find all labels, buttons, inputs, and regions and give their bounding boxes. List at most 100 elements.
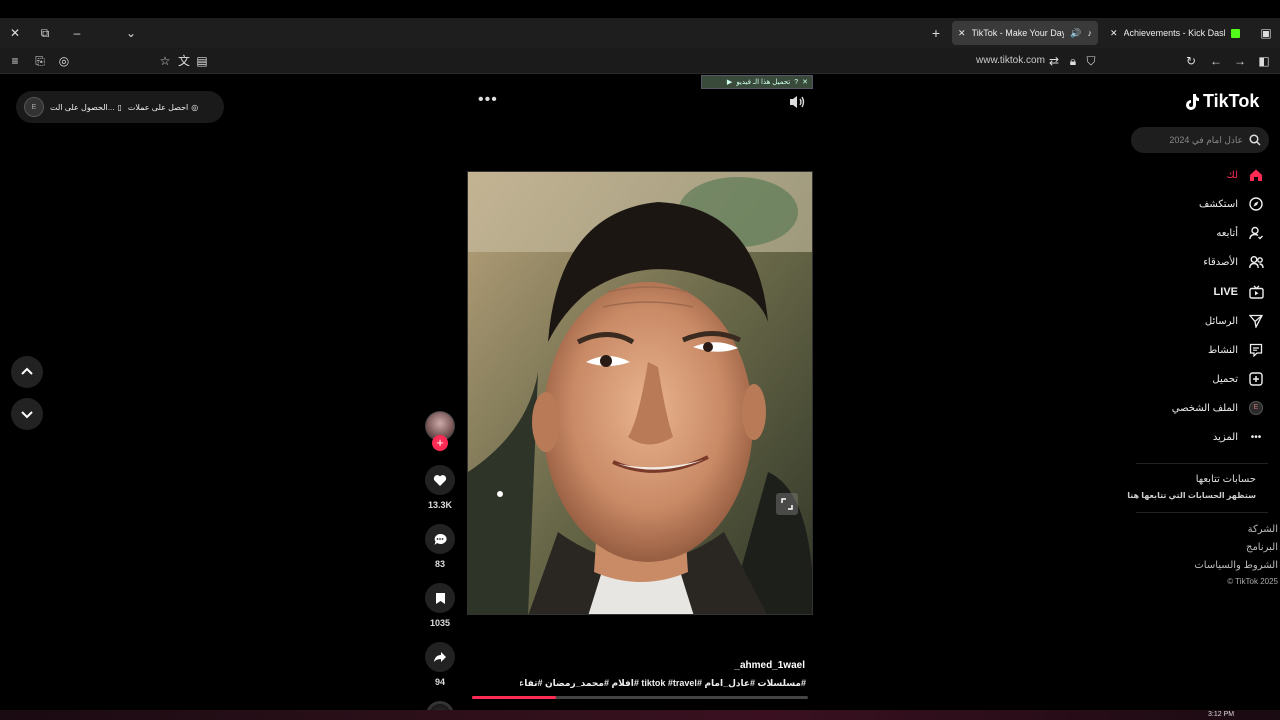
share-arrow-icon [434,652,446,662]
sidebar-item-label: الرسائل [1204,315,1238,327]
tab-close-icon[interactable]: ✕ [958,28,966,39]
sidebar-toggle-icon[interactable]: ◧ [1256,53,1272,69]
sidebar-item-more[interactable]: المزيد ••• [1213,427,1264,447]
video-hashtags[interactable]: #مسلسلات #عادل_امام #tiktok #travel #افل… [520,678,806,689]
copyright-text: © TikTok 2025 [1227,577,1278,586]
previous-video-button[interactable] [11,356,43,388]
bookmark-star-icon[interactable]: ☆ [157,53,173,69]
get-coins-button[interactable]: احصل على عملات ◎ [128,103,198,112]
sidebar-item-label: لك [1226,169,1238,181]
comment-icon [434,533,447,545]
footer-link-company[interactable]: الشركة [1248,524,1278,535]
download-video-bar[interactable]: ▶ تحميل هذا الـ فيديو ? ✕ [701,75,813,89]
more-dots-icon: ••• [1250,431,1262,443]
tab-achievements[interactable]: ✕ Achievements - Kick Dashboard [1104,21,1246,45]
help-icon[interactable]: ? [794,79,798,86]
progress-fill [472,696,556,699]
minimize-window-icon[interactable]: – [69,25,85,41]
sidebar-item-label: الأصدقاء [1203,256,1238,268]
promo-pill: E الحصول على الت... ▯ احصل على عملات ◎ [16,91,224,123]
get-app-button[interactable]: الحصول على الت... ▯ [50,103,122,112]
heart-icon [433,474,447,486]
close-window-icon[interactable]: ✕ [7,25,23,41]
phone-icon: ▯ [117,102,122,112]
forward-icon[interactable]: → [1232,53,1248,69]
save-button[interactable] [425,583,455,613]
vpn-icon[interactable]: ◎ [56,53,72,69]
tab-actions-icon[interactable]: ▣ [1258,25,1274,41]
volume-icon[interactable] [788,94,806,110]
save-count: 1035 [429,618,451,628]
sidebar-item-profile[interactable]: الملف الشخصي E [1172,398,1264,418]
user-avatar[interactable]: E [24,97,44,117]
search-input[interactable] [1139,135,1243,145]
video-player[interactable] [467,171,813,615]
live-tv-icon [1248,284,1264,300]
shield-icon[interactable]: ⛉ [1083,53,1099,69]
lock-icon[interactable]: 🔒︎ [1065,53,1081,69]
restore-window-icon[interactable]: ⧉ [37,25,53,41]
sidebar-item-activity[interactable]: النشاط [1208,340,1264,360]
like-button[interactable] [425,465,455,495]
download-video-label: تحميل هذا الـ فيديو [736,79,791,86]
sidebar-item-upload[interactable]: تحميل [1212,369,1264,389]
sidebar-item-label: أتابعه [1216,227,1238,239]
new-tab-icon[interactable]: + [928,25,944,41]
following-accounts-description: ستظهر الحسابات التي تتابعها هنا [1127,491,1256,500]
profile-avatar-icon: E [1248,400,1264,416]
translate-icon[interactable]: 文 [176,53,192,69]
comment-button[interactable] [425,524,455,554]
tiktok-note-icon [1186,93,1199,110]
back-icon[interactable]: ← [1208,53,1224,69]
footer-link-program[interactable]: البرنامج [1246,542,1278,553]
tiktok-page: E الحصول على الت... ▯ احصل على عملات ◎ ▶… [0,75,1280,720]
save-action: 1035 [422,583,458,628]
reload-icon[interactable]: ↻ [1183,53,1199,69]
sidebar-item-label: المزيد [1212,431,1238,443]
activity-icon [1248,342,1264,358]
share-button[interactable] [425,642,455,672]
footer-link-terms[interactable]: الشروط والسياسات [1194,560,1278,571]
tab-close-icon[interactable]: ✕ [1110,28,1118,39]
close-icon[interactable]: ✕ [802,78,808,86]
sidebar-item-friends[interactable]: الأصدقاء [1203,252,1264,272]
sidebar-item-explore[interactable]: استكشف [1199,194,1264,214]
sidebar-item-live[interactable]: LIVE [1214,282,1264,302]
logo-text: TikTok [1203,91,1260,111]
bookmark-icon [435,592,445,604]
menu-icon[interactable]: ≡ [7,53,23,69]
following-icon [1248,225,1264,241]
share-action: 94 [422,642,458,687]
extensions-icon[interactable]: ⎘ [32,53,48,69]
get-coins-label: احصل على عملات [127,102,189,112]
tiktok-favicon-icon: ♪ [1087,28,1093,38]
comment-action: 83 [422,524,458,569]
get-app-label: الحصول على الت... [50,102,115,112]
upload-plus-icon [1248,371,1264,387]
kick-favicon-icon [1231,28,1240,38]
search-icon[interactable] [1249,134,1261,146]
url-field[interactable]: www.tiktok.com [976,55,1045,66]
sidebar-item-following[interactable]: أتابعه [1216,223,1264,243]
friends-icon [1248,254,1264,270]
like-action: 13.3K [422,465,458,510]
tab-tiktok[interactable]: ✕ TikTok - Make Your Day 🔊 ♪ [952,21,1098,45]
reader-view-icon[interactable]: ▤ [194,53,210,69]
video-author[interactable]: _ahmed_1wael [600,660,805,671]
coin-icon: ◎ [191,102,199,112]
expand-icon[interactable] [776,493,798,515]
share-icon[interactable]: ⇄ [1046,53,1062,69]
tab-list-chevron-icon[interactable]: ⌄ [123,25,139,41]
sidebar-item-home[interactable]: لك [1227,165,1264,185]
tiktok-logo[interactable]: TikTok [1184,91,1259,112]
sidebar-item-label: LIVE [1213,286,1238,298]
more-options-icon[interactable]: ••• [478,91,498,109]
follow-button[interactable]: + [432,435,448,451]
next-video-button[interactable] [11,398,43,430]
address-bar: ≡ ⎘ ◎ ☆ 文 ▤ www.tiktok.com ⇄ 🔒︎ ⛉ ↻ ← → … [0,48,1280,74]
search-box[interactable] [1131,127,1269,153]
video-progress-bar[interactable] [472,696,808,699]
share-count: 94 [434,677,445,687]
speaker-icon[interactable]: 🔊 [1070,28,1081,39]
sidebar-item-messages[interactable]: الرسائل [1205,311,1264,331]
